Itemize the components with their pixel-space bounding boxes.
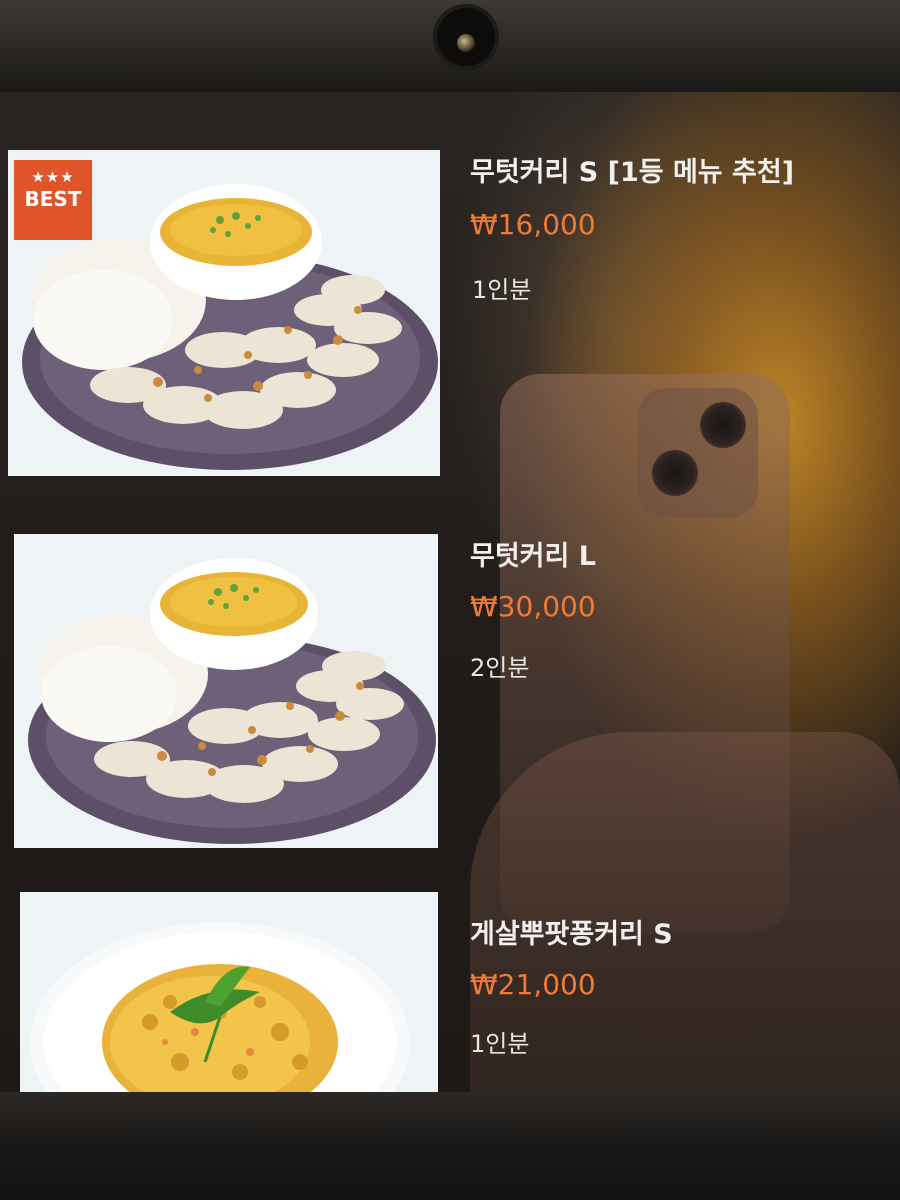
camera-icon [433,4,499,70]
menu-item[interactable]: ★★★ BEST 무텃커리 S [1등 메뉴 추천] ₩16,000 1인분 [0,150,900,480]
badge-stars: ★★★ [31,168,75,186]
item-price: ₩21,000 [470,968,596,1001]
item-serving: 1인분 [472,276,532,304]
item-price: ₩16,000 [470,208,596,241]
item-price: ₩30,000 [470,590,596,623]
item-serving: 1인분 [470,1030,530,1058]
item-name: 무텃커리 L [470,541,596,572]
curry-rice-pork-plate-image[interactable]: ★★★ BEST [8,150,440,476]
item-serving: 2인분 [470,654,530,682]
curry-rice-pork-plate-image[interactable] [14,534,438,848]
device-bezel-bottom [0,1092,900,1200]
item-name: 무텃커리 S [1등 메뉴 추천] [470,157,795,188]
menu-item[interactable]: 무텃커리 L ₩30,000 2인분 [0,534,900,864]
menu-item[interactable]: 게살뿌팟퐁커리 S ₩21,000 1인분 [0,892,900,1092]
device-bezel-top [0,0,900,92]
best-badge: ★★★ BEST [14,160,92,240]
crab-curry-plate-image[interactable] [20,892,438,1092]
menu-screen: ★★★ BEST 무텃커리 S [1등 메뉴 추천] ₩16,000 1인분 무… [0,92,900,1092]
badge-label: BEST [24,187,82,211]
item-name: 게살뿌팟퐁커리 S [470,919,673,950]
